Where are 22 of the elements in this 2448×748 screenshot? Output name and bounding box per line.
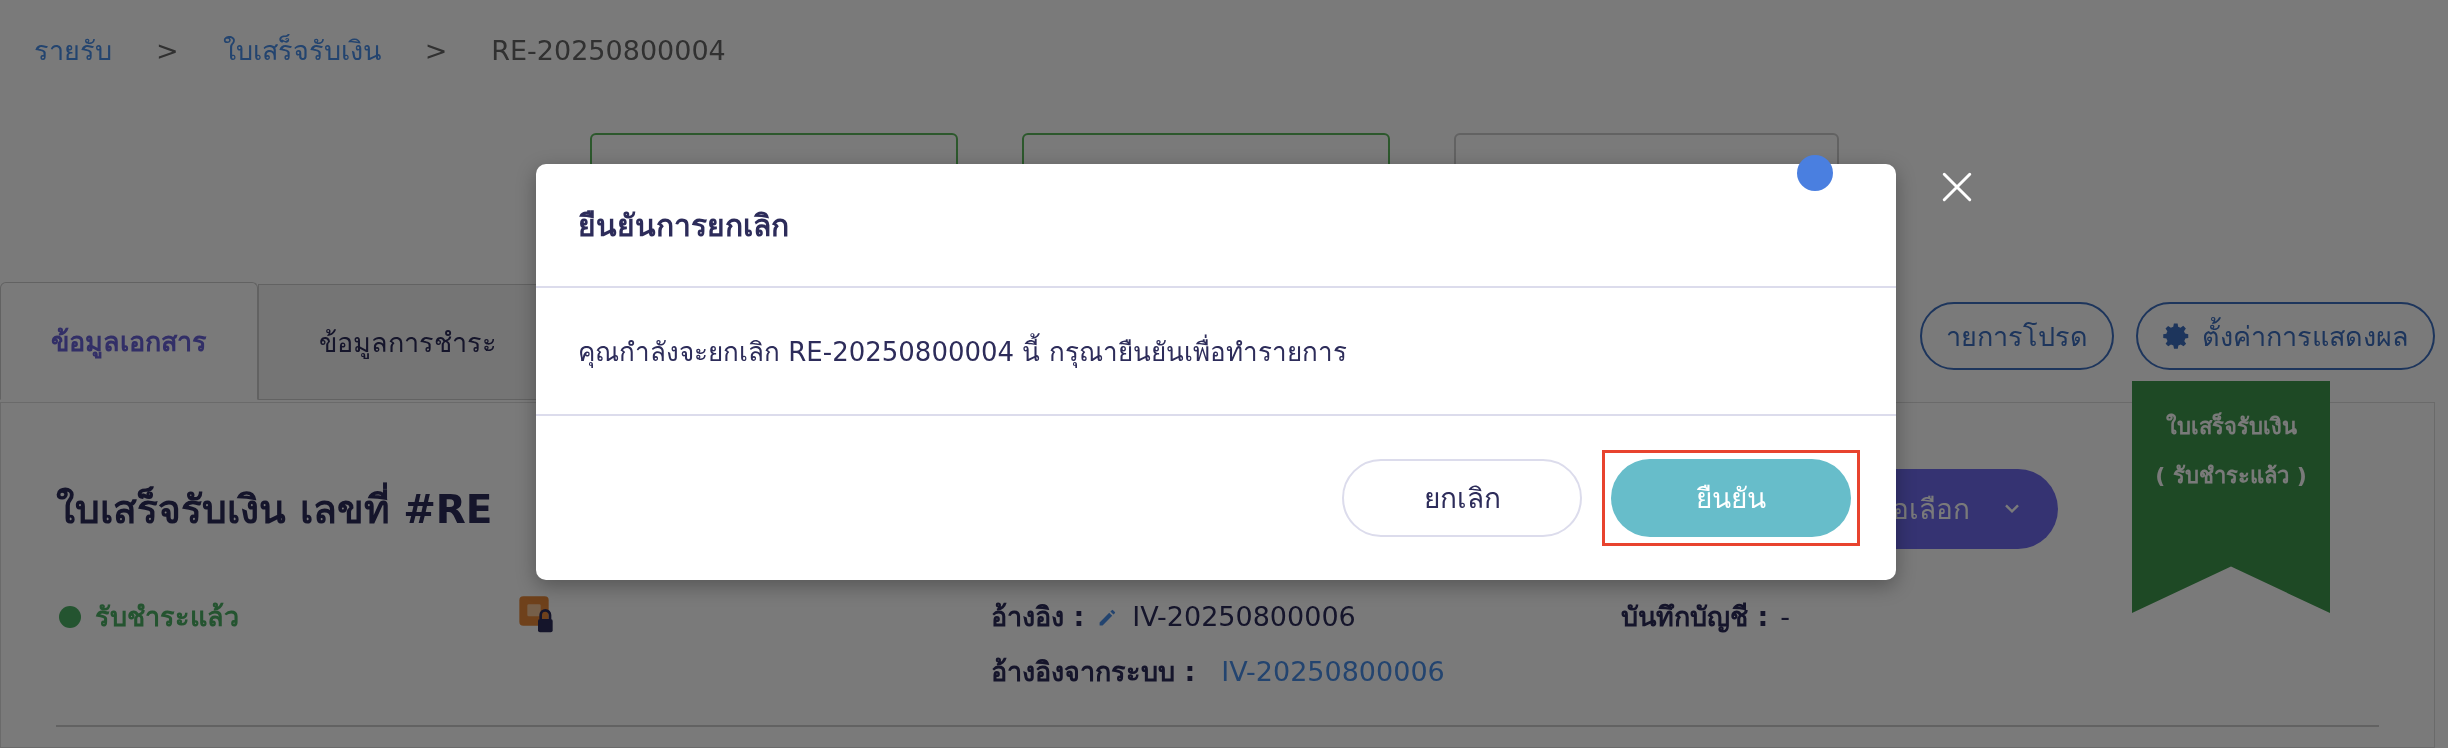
breadcrumb-link[interactable]: รายรับ: [34, 28, 112, 72]
breadcrumb-link[interactable]: ใบเสร็จรับเงิน: [222, 28, 381, 72]
status-label: รับชำระแล้ว: [95, 600, 239, 634]
field-label: บันทึกบัญชี :: [1621, 600, 1769, 635]
current-page-label: RE-20250800004: [491, 34, 726, 66]
document-title: ใบเสร็จรับเงิน เลขที่ #RE: [56, 478, 493, 540]
field-value: -: [1780, 601, 1790, 632]
dialog-message: คุณกำลังจะยกเลิก RE-20250800004 นี้ กรุณายืนยันเพื่อทำรายการ: [578, 330, 1347, 372]
ribbon-text: ใบเสร็จรับเงิน: [2165, 411, 2297, 441]
field-label: อ้างอิง :: [991, 600, 1085, 634]
dialog-title: ยืนยันการยกเลิก: [578, 206, 789, 245]
field-value: IV-20250800006: [1132, 601, 1356, 632]
ribbon-text: ( รับชำระแล้ว ): [2155, 462, 2307, 490]
breadcrumb-separator: >: [156, 34, 179, 66]
breadcrumb-separator: >: [424, 34, 448, 66]
toolbar-button[interactable]: ายการโปรด: [1920, 302, 2114, 370]
tab[interactable]: ข้อมูลเอกสาร: [0, 282, 258, 400]
cancel-button[interactable]: ยกเลิก: [1342, 459, 1582, 537]
toolbar-button[interactable]: ตั้งค่าการแสดงผล: [2136, 302, 2435, 370]
confirm-button[interactable]: ยืนยัน: [1611, 459, 1851, 537]
field-label: อ้างอิงจากระบบ :: [991, 655, 1196, 689]
reference-link[interactable]: IV-20250800006: [1221, 656, 1445, 687]
